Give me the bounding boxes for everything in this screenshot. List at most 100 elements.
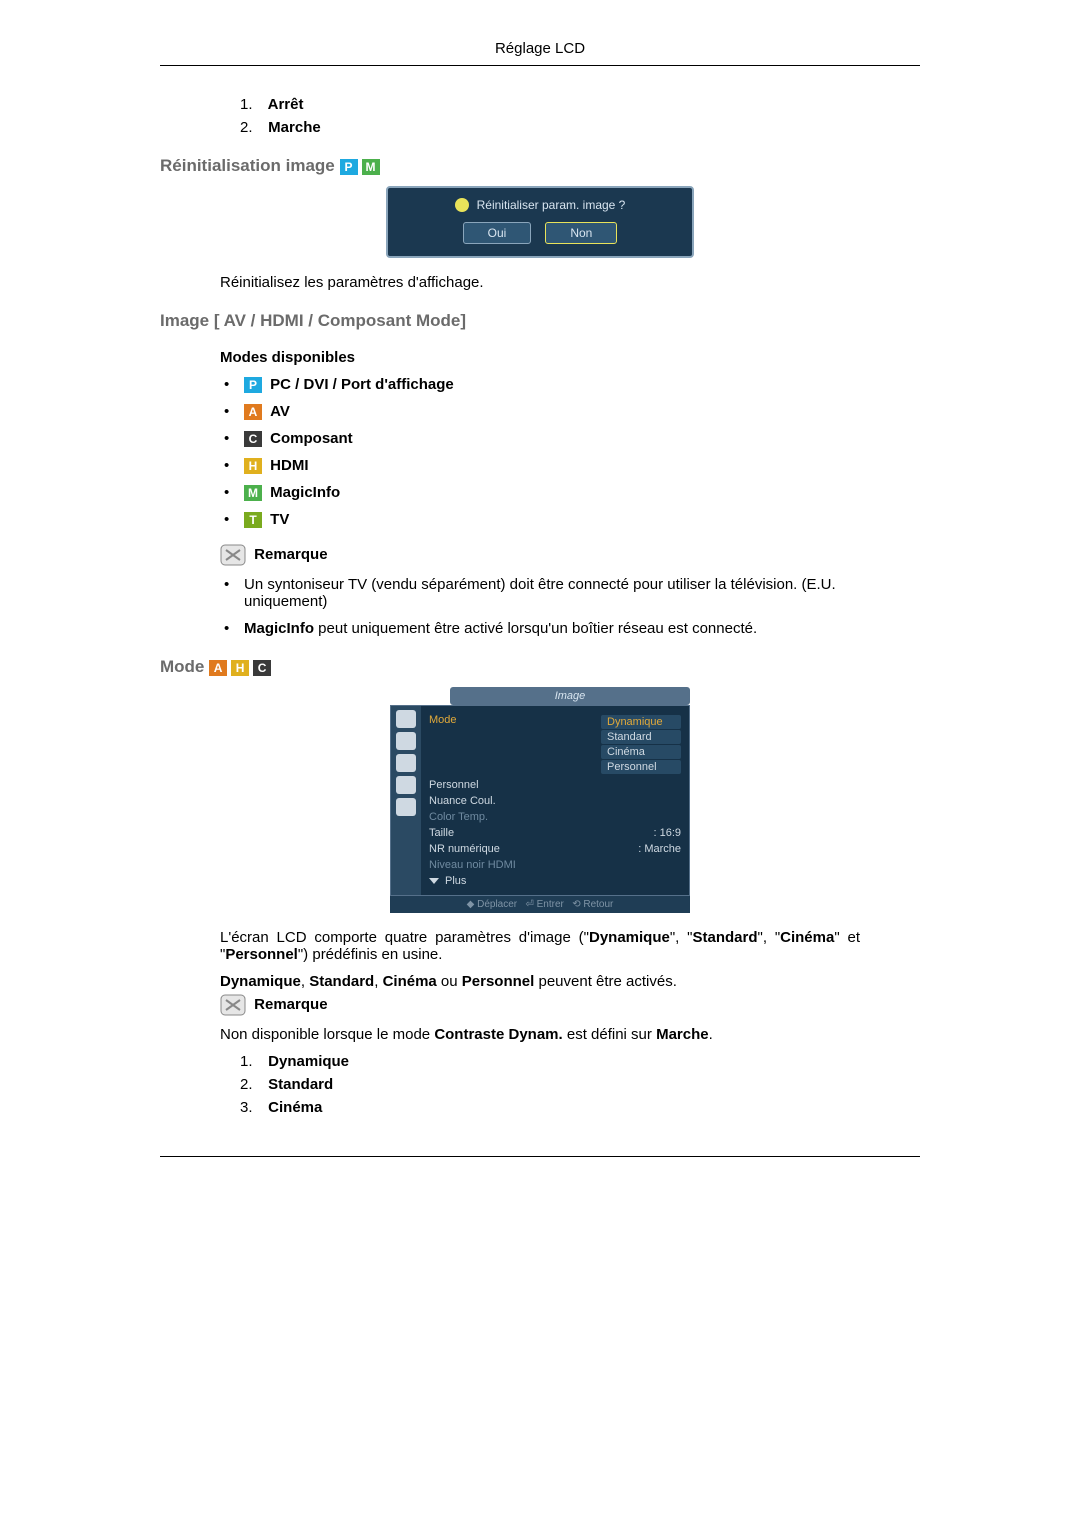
note-magic-prefix: MagicInfo xyxy=(244,620,314,637)
t: ou xyxy=(437,973,462,990)
mode-label: HDMI xyxy=(270,457,308,474)
footer-return: Retour xyxy=(583,899,613,910)
footer-rule xyxy=(160,1156,920,1157)
section-heading-image-av: Image [ AV / HDMI / Composant Mode] xyxy=(160,311,920,331)
c-icon: C xyxy=(244,431,262,447)
t: Personnel xyxy=(225,946,298,963)
page-header: Réglage LCD xyxy=(160,40,920,66)
mode-label: AV xyxy=(270,403,290,420)
row-label: Plus xyxy=(445,875,466,887)
h-icon: H xyxy=(244,458,262,474)
t: Personnel xyxy=(462,973,535,990)
sidebar-icon xyxy=(396,776,416,794)
note-tv: Un syntoniseur TV (vendu séparément) doi… xyxy=(220,576,920,610)
heading-text: Mode xyxy=(160,657,209,676)
dialog-sidebar xyxy=(391,706,421,895)
list-label: Arrêt xyxy=(268,96,304,113)
row-label: NR numérique xyxy=(429,843,500,855)
c-icon: C xyxy=(253,660,271,676)
h-icon: H xyxy=(231,660,249,676)
mode-tv: T TV xyxy=(220,511,920,528)
list-label: Dynamique xyxy=(268,1053,349,1070)
menu-row-niveau: Niveau noir HDMI xyxy=(429,857,681,873)
remark-label: Remarque xyxy=(254,996,327,1013)
sidebar-icon xyxy=(396,798,416,816)
footer-enter: Entrer xyxy=(537,899,564,910)
mode-label: PC / DVI / Port d'affichage xyxy=(270,376,454,393)
yes-button[interactable]: Oui xyxy=(463,222,532,244)
mode-pc: P PC / DVI / Port d'affichage xyxy=(220,376,920,393)
t: , xyxy=(374,973,382,990)
list-number: 2. xyxy=(240,119,264,136)
mode-label: MagicInfo xyxy=(270,484,340,501)
reinit-desc: Réinitialisez les paramètres d'affichage… xyxy=(220,274,860,291)
row-label: Personnel xyxy=(429,779,479,791)
list-item: 2. Standard xyxy=(240,1076,920,1093)
row-label: Niveau noir HDMI xyxy=(429,859,516,871)
option-personnel[interactable]: Personnel xyxy=(601,760,681,774)
menu-row-personnel[interactable]: Personnel xyxy=(429,777,681,793)
option-cinema[interactable]: Cinéma xyxy=(601,745,681,759)
image-menu-dialog: Image Mode Dynamique Standard Cinéma Per… xyxy=(390,687,690,913)
p-icon: P xyxy=(340,159,358,175)
chevron-down-icon xyxy=(429,878,439,884)
t: Standard xyxy=(309,973,374,990)
mode-av: A AV xyxy=(220,403,920,420)
menu-row-mode[interactable]: Mode xyxy=(429,714,457,775)
sidebar-icon xyxy=(396,732,416,750)
t: Cinéma xyxy=(383,973,437,990)
footer-move: Déplacer xyxy=(477,899,517,910)
mode-label: TV xyxy=(270,511,289,528)
list-item: 1. Dynamique xyxy=(240,1053,920,1070)
sidebar-icon xyxy=(396,710,416,728)
option-dynamique[interactable]: Dynamique xyxy=(601,715,681,729)
t: L'écran LCD comporte quatre paramètres d… xyxy=(220,929,589,946)
mode-hdmi: H HDMI xyxy=(220,457,920,474)
a-icon: A xyxy=(209,660,227,676)
mode-para1: L'écran LCD comporte quatre paramètres d… xyxy=(220,929,860,963)
menu-row-taille[interactable]: Taille : 16:9 xyxy=(429,825,681,841)
section-heading-mode: Mode AHC xyxy=(160,657,920,677)
mode-para3: Non disponible lorsque le mode Contraste… xyxy=(220,1026,860,1043)
section-heading-reinit: Réinitialisation image PM xyxy=(160,156,920,176)
list-label: Standard xyxy=(268,1076,333,1093)
m-icon: M xyxy=(244,485,262,501)
t-icon: T xyxy=(244,512,262,528)
mode-magicinfo: M MagicInfo xyxy=(220,484,920,501)
heading-text: Réinitialisation image xyxy=(160,156,335,175)
t: Non disponible lorsque le mode xyxy=(220,1026,434,1043)
note-magic-rest: peut uniquement être activé lorsqu'un bo… xyxy=(314,620,757,637)
list-item: 2. Marche xyxy=(240,119,920,136)
row-value: : Marche xyxy=(638,843,681,855)
note-icon xyxy=(220,544,246,566)
t: . xyxy=(709,1026,713,1043)
mode-para2: Dynamique, Standard, Cinéma ou Personnel… xyxy=(220,973,860,990)
sidebar-icon xyxy=(396,754,416,772)
note-magicinfo: MagicInfo peut uniquement être activé lo… xyxy=(220,620,920,637)
list-label: Cinéma xyxy=(268,1099,322,1116)
t: ", " xyxy=(758,929,781,946)
info-icon xyxy=(455,198,469,212)
arret-marche-list: 1. Arrêt 2. Marche xyxy=(240,96,920,136)
list-item: 1. Arrêt xyxy=(240,96,920,113)
t: Dynamique xyxy=(589,929,670,946)
t: Cinéma xyxy=(780,929,834,946)
dialog-question: Réinitialiser param. image ? xyxy=(477,198,626,212)
mode-options-list: 1. Dynamique 2. Standard 3. Cinéma xyxy=(240,1053,920,1116)
remark-row-2: Remarque xyxy=(220,994,920,1016)
option-standard[interactable]: Standard xyxy=(601,730,681,744)
t: ", " xyxy=(670,929,693,946)
mode-label: Composant xyxy=(270,430,353,447)
list-label: Marche xyxy=(268,119,321,136)
menu-row-plus[interactable]: Plus xyxy=(429,873,681,889)
menu-row-nr[interactable]: NR numérique : Marche xyxy=(429,841,681,857)
t: Dynamique xyxy=(220,973,301,990)
remark-label: Remarque xyxy=(254,546,327,563)
no-button[interactable]: Non xyxy=(545,222,617,244)
row-label: Nuance Coul. xyxy=(429,795,496,807)
note-icon xyxy=(220,994,246,1016)
menu-row-nuance[interactable]: Nuance Coul. xyxy=(429,793,681,809)
reset-dialog: Réinitialiser param. image ? Oui Non xyxy=(386,186,694,258)
row-label: Color Temp. xyxy=(429,811,488,823)
remark-row: Remarque xyxy=(220,544,920,566)
